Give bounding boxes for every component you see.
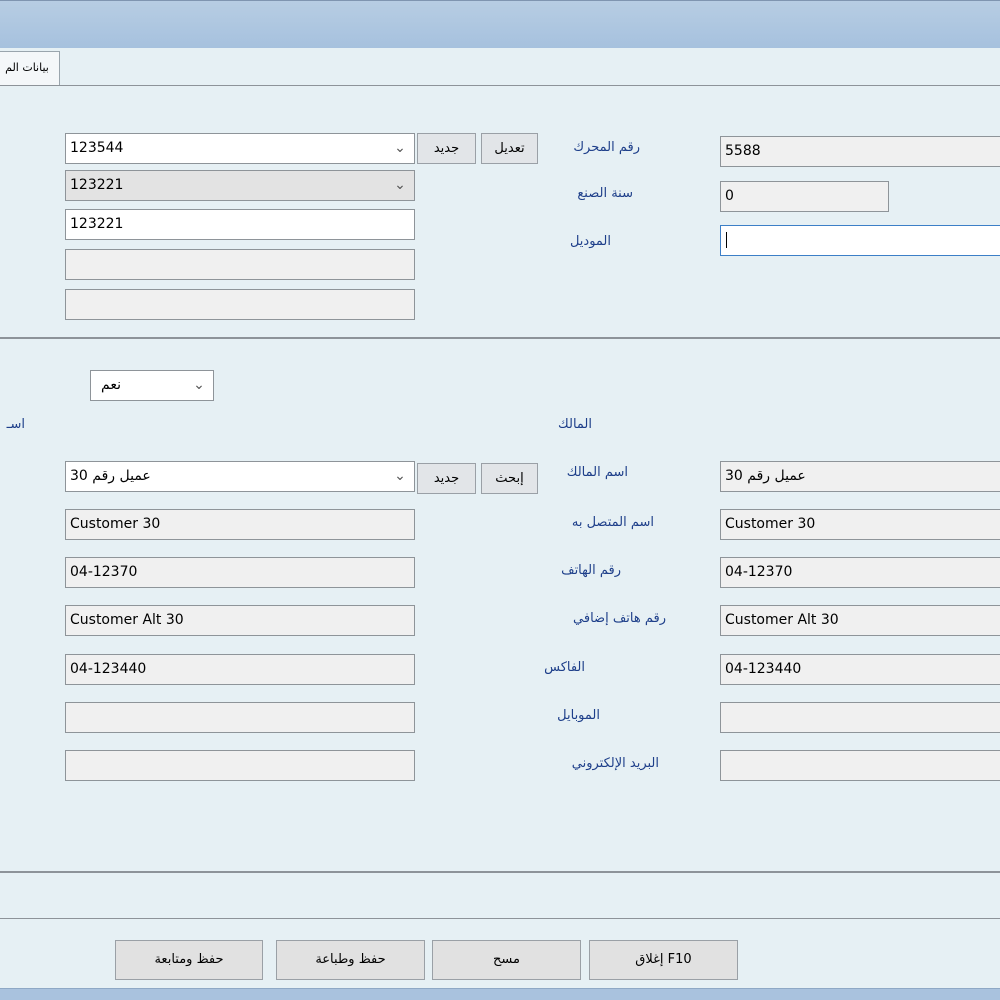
contact-field-left[interactable]: Customer 30 (65, 509, 415, 540)
contact-field-right[interactable]: Customer 30 (720, 509, 1000, 540)
mobile-label: الموبايل (557, 708, 600, 723)
yes-select[interactable]: نعم ⌄ (90, 370, 214, 401)
partial-name-label: اسـ (6, 417, 25, 432)
extra-phone-field-left[interactable]: Customer Alt 30 (65, 605, 415, 636)
close-button[interactable]: F10 إغلاق (589, 940, 738, 980)
fax-field-right[interactable]: 04-123440 (720, 654, 1000, 685)
email-field-right[interactable] (720, 750, 1000, 781)
divider-middle (0, 337, 1000, 339)
extra-phone-label: رقم هاتف إضافي (573, 611, 666, 626)
owner-heading: المالك (558, 417, 592, 432)
vehicle-field-3[interactable]: 123221 (65, 209, 415, 240)
phone-field-left[interactable]: 04-12370 (65, 557, 415, 588)
vehicle-combo-1-value: 123544 (70, 140, 124, 156)
vehicle-combo-2[interactable]: 123221 ⌄ (65, 170, 415, 201)
owner-name-label: اسم المالك (566, 465, 628, 480)
mobile-field-right[interactable] (720, 702, 1000, 733)
chevron-down-icon[interactable]: ⌄ (189, 371, 209, 400)
divider-footer (0, 918, 1000, 919)
vehicle-combo-2-value: 123221 (70, 177, 124, 193)
vehicle-combo-1[interactable]: 123544 ⌄ (65, 133, 415, 164)
extra-phone-field-right[interactable]: Customer Alt 30 (720, 605, 1000, 636)
fax-label: الفاكس (544, 660, 585, 675)
chevron-down-icon[interactable]: ⌄ (390, 134, 410, 163)
email-field-left[interactable] (65, 750, 415, 781)
divider-lower (0, 871, 1000, 873)
fax-field-left[interactable]: 04-123440 (65, 654, 415, 685)
yes-select-value: نعم (101, 377, 121, 393)
engine-number-field[interactable]: 5588 (720, 136, 1000, 167)
mobile-field-left[interactable] (65, 702, 415, 733)
divider-top (0, 85, 1000, 86)
bottom-border (0, 988, 1000, 1000)
contact-name-label: اسم المتصل به (571, 515, 654, 530)
year-label: سنة الصنع (577, 186, 633, 201)
save-print-button[interactable]: حفظ وطباعة (276, 940, 425, 980)
title-bar (0, 0, 1000, 48)
owner-name-field[interactable]: عميل رقم 30 (720, 461, 1000, 492)
vehicle-edit-button[interactable]: تعديل (481, 133, 538, 164)
email-label: البريد الإلكتروني (571, 756, 659, 771)
model-field[interactable] (720, 225, 1000, 256)
year-field[interactable]: 0 (720, 181, 889, 212)
text-caret (726, 232, 727, 248)
vehicle-field-4[interactable] (65, 249, 415, 280)
save-continue-button[interactable]: حفظ ومتابعة (115, 940, 263, 980)
chevron-down-icon[interactable]: ⌄ (390, 462, 410, 491)
phone-label: رقم الهاتف (561, 563, 621, 578)
chevron-down-icon[interactable]: ⌄ (390, 171, 410, 200)
owner-search-button[interactable]: إبحث (481, 463, 538, 494)
model-label: الموديل (569, 234, 611, 249)
vehicle-new-button[interactable]: جديد (417, 133, 476, 164)
owner-combo-value: عميل رقم 30 (70, 468, 151, 484)
engine-number-label: رقم المحرك (573, 140, 640, 155)
owner-combo[interactable]: عميل رقم 30 ⌄ (65, 461, 415, 492)
clear-button[interactable]: مسح (432, 940, 581, 980)
owner-new-button[interactable]: جديد (417, 463, 476, 494)
tab-data[interactable]: بيانات الم (0, 51, 60, 85)
vehicle-field-5[interactable] (65, 289, 415, 320)
phone-field-right[interactable]: 04-12370 (720, 557, 1000, 588)
